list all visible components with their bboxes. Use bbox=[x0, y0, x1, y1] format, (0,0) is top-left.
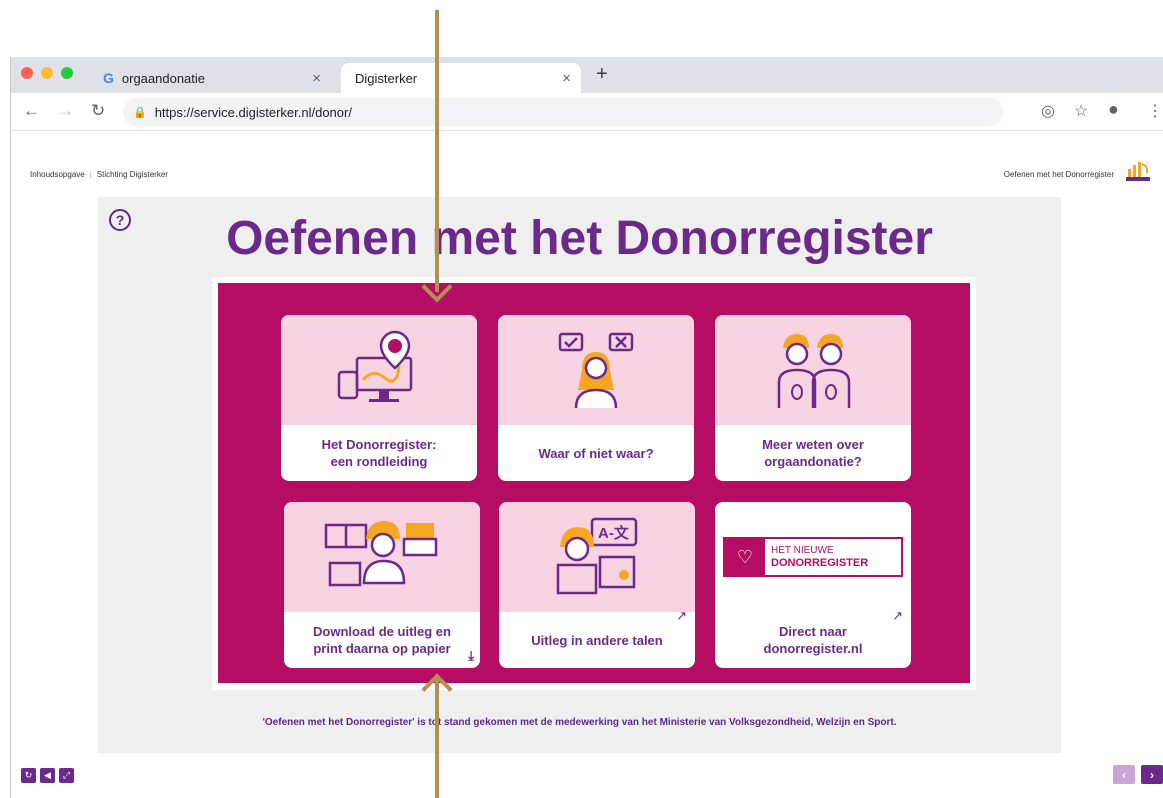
person-thinking-icon bbox=[558, 332, 634, 409]
reload-icon[interactable]: ↻ bbox=[91, 101, 105, 121]
banner-line2: DONORREGISTER bbox=[771, 557, 869, 569]
profile-icon[interactable]: ● bbox=[1108, 99, 1119, 120]
minimize-window-button[interactable] bbox=[41, 67, 53, 79]
back-icon[interactable]: ← bbox=[23, 101, 40, 121]
person-printer-icon bbox=[324, 521, 438, 587]
close-tab-icon[interactable]: × bbox=[562, 70, 571, 87]
player-controls: ↻ ◀ ⤢ bbox=[21, 768, 74, 783]
page-viewport: Inhoudsopgave | Stichting Digisterker Oefe… bbox=[11, 132, 1163, 798]
credits-note: 'Oefenen met het Donorregister' is tot s… bbox=[262, 717, 897, 728]
card-label: Waar of niet waar? bbox=[538, 445, 654, 461]
lock-icon: 🔒 bbox=[133, 106, 147, 119]
annotation-arrow-top bbox=[435, 10, 439, 292]
card-label: Het Donorregister: een rondleiding bbox=[321, 437, 437, 469]
external-link-icon: ↗ bbox=[892, 608, 903, 623]
het-nieuwe-donorregister-logo: ♡ HET NIEUWE DONORREGISTER bbox=[723, 537, 903, 577]
menu-dots-icon[interactable]: ⋮ bbox=[1147, 101, 1163, 121]
nav-link-stichting[interactable]: Stichting Digisterker bbox=[97, 170, 168, 179]
pager: ‹ › bbox=[1113, 765, 1163, 784]
browser-toolbar: ← → ↻ 🔒 https://service.digisterker.nl/d… bbox=[11, 93, 1163, 131]
tab-digisterker[interactable]: Digisterker × bbox=[341, 63, 581, 93]
card-waar-of-niet-waar[interactable]: Waar of niet waar? bbox=[498, 315, 694, 481]
close-tab-icon[interactable]: × bbox=[312, 70, 321, 87]
page-title: Oefenen met het Donorregister bbox=[226, 212, 933, 265]
google-icon: G bbox=[103, 70, 114, 86]
heart-icon: ♡ bbox=[725, 539, 765, 575]
maximize-window-button[interactable] bbox=[61, 67, 73, 79]
tab-orgaandonatie[interactable]: G orgaandonatie × bbox=[91, 63, 331, 93]
address-bar[interactable]: 🔒 https://service.digisterker.nl/donor/ bbox=[123, 98, 1003, 126]
nav-link-inhoudsopgave[interactable]: Inhoudsopgave bbox=[30, 170, 85, 179]
location-icon[interactable]: ◎ bbox=[1041, 101, 1055, 121]
previous-page-button[interactable]: ‹ bbox=[1113, 765, 1135, 784]
fullscreen-icon[interactable]: ⤢ bbox=[59, 768, 74, 783]
card-art bbox=[715, 315, 911, 425]
card-label: Direct naar donorregister.nl bbox=[763, 624, 863, 656]
svg-text:A-文: A-文 bbox=[598, 524, 630, 542]
card-art bbox=[498, 315, 694, 425]
card-art: A-文 bbox=[499, 502, 695, 612]
screen: G orgaandonatie × Digisterker × + ← → ↻ … bbox=[0, 0, 1163, 798]
window-controls bbox=[21, 67, 73, 79]
card-label: Uitleg in andere talen bbox=[531, 632, 663, 648]
card-art bbox=[284, 502, 480, 612]
digisterker-logo[interactable] bbox=[1125, 160, 1151, 182]
computer-map-pin-icon bbox=[337, 330, 413, 402]
tab-label: orgaandonatie bbox=[121, 70, 206, 86]
card-label: Download de uitleg en print daarna op pa… bbox=[313, 624, 451, 656]
audio-icon[interactable]: ◀ bbox=[40, 768, 55, 783]
tab-bar: G orgaandonatie × Digisterker × + bbox=[11, 57, 1163, 93]
card-download-uitleg[interactable]: Download de uitleg en print daarna op pa… bbox=[284, 502, 480, 668]
card-direct-naar-donorregister[interactable]: ♡ HET NIEUWE DONORREGISTER Direct naar d… bbox=[715, 502, 911, 668]
card-andere-talen[interactable]: A-文 Uitleg in andere talen ↗ bbox=[499, 502, 695, 668]
download-icon: ⤓ bbox=[468, 648, 474, 663]
module-title: Oefenen met het Donorregister bbox=[1003, 170, 1114, 179]
close-window-button[interactable] bbox=[21, 67, 33, 79]
card-art bbox=[281, 315, 477, 425]
banner-line1: HET NIEUWE bbox=[771, 545, 834, 556]
external-link-icon: ↗ bbox=[676, 608, 687, 623]
forward-icon[interactable]: → bbox=[57, 101, 74, 121]
next-page-button[interactable]: › bbox=[1141, 765, 1163, 784]
card-meer-weten[interactable]: Meer weten over orgaandonatie? bbox=[715, 315, 911, 481]
browser-window: G orgaandonatie × Digisterker × + ← → ↻ … bbox=[10, 57, 1163, 798]
restart-icon[interactable]: ↻ bbox=[21, 768, 36, 783]
breadcrumb: Inhoudsopgave | Stichting Digisterker bbox=[30, 170, 168, 179]
tab-label: Digisterker bbox=[355, 70, 418, 86]
two-people-kidneys-icon bbox=[777, 334, 851, 408]
card-art: ♡ HET NIEUWE DONORREGISTER bbox=[715, 502, 911, 612]
url-text: https://service.digisterker.nl/donor/ bbox=[154, 104, 352, 120]
content-panel: ? Oefenen met het Donorregister Het Dono… bbox=[98, 197, 1061, 753]
menu-board: Het Donorregister: een rondleiding Waar … bbox=[218, 283, 970, 683]
card-rondleiding[interactable]: Het Donorregister: een rondleiding bbox=[281, 315, 477, 481]
menu-board-frame: Het Donorregister: een rondleiding Waar … bbox=[212, 277, 976, 690]
translator-icon: A-文 bbox=[556, 517, 638, 595]
new-tab-button[interactable]: + bbox=[596, 63, 608, 86]
card-label: Meer weten over orgaandonatie? bbox=[762, 437, 864, 469]
bookmark-star-icon[interactable]: ☆ bbox=[1074, 101, 1088, 121]
